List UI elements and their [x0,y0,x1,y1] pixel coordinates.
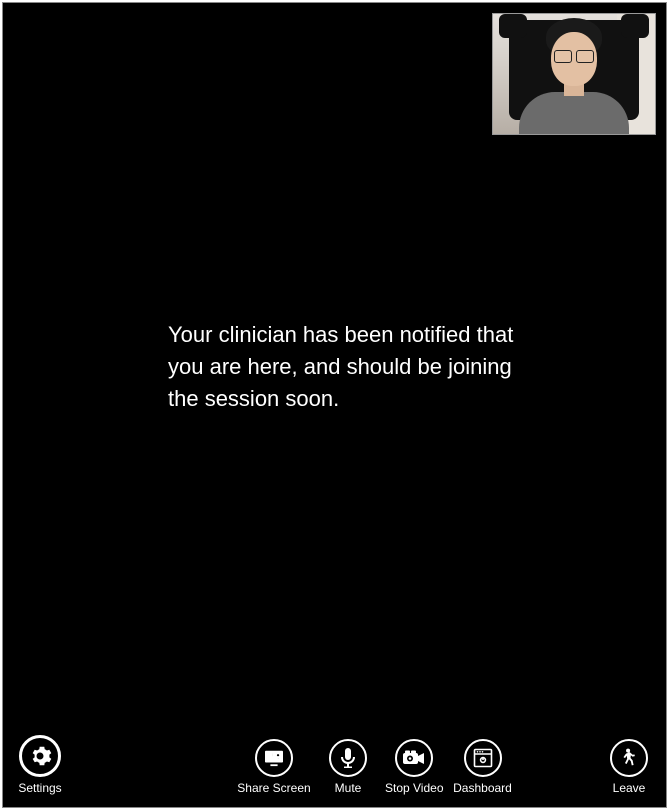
mute-label: Mute [335,781,362,795]
leave-button[interactable]: Leave [602,739,656,795]
settings-label: Settings [18,781,61,795]
self-video-preview [492,13,656,135]
stop-video-label: Stop Video [385,781,444,795]
stop-video-button[interactable]: Stop Video [383,739,446,795]
video-camera-icon [402,749,426,767]
gear-icon [28,744,52,768]
waiting-room-message: Your clinician has been notified that yo… [168,319,528,415]
share-screen-label: Share Screen [237,781,310,795]
video-call-window: Your clinician has been notified that yo… [2,2,667,808]
leave-icon [618,747,640,769]
mute-button[interactable]: Mute [317,739,379,795]
dashboard-button[interactable]: Dashboard [450,739,516,795]
dashboard-label: Dashboard [453,781,512,795]
leave-label: Leave [613,781,646,795]
settings-button[interactable]: Settings [13,735,67,795]
call-toolbar: Settings [3,729,666,799]
microphone-icon [339,747,357,769]
dashboard-icon [473,748,493,768]
share-screen-icon [263,749,285,767]
share-screen-button[interactable]: Share Screen [235,739,313,795]
